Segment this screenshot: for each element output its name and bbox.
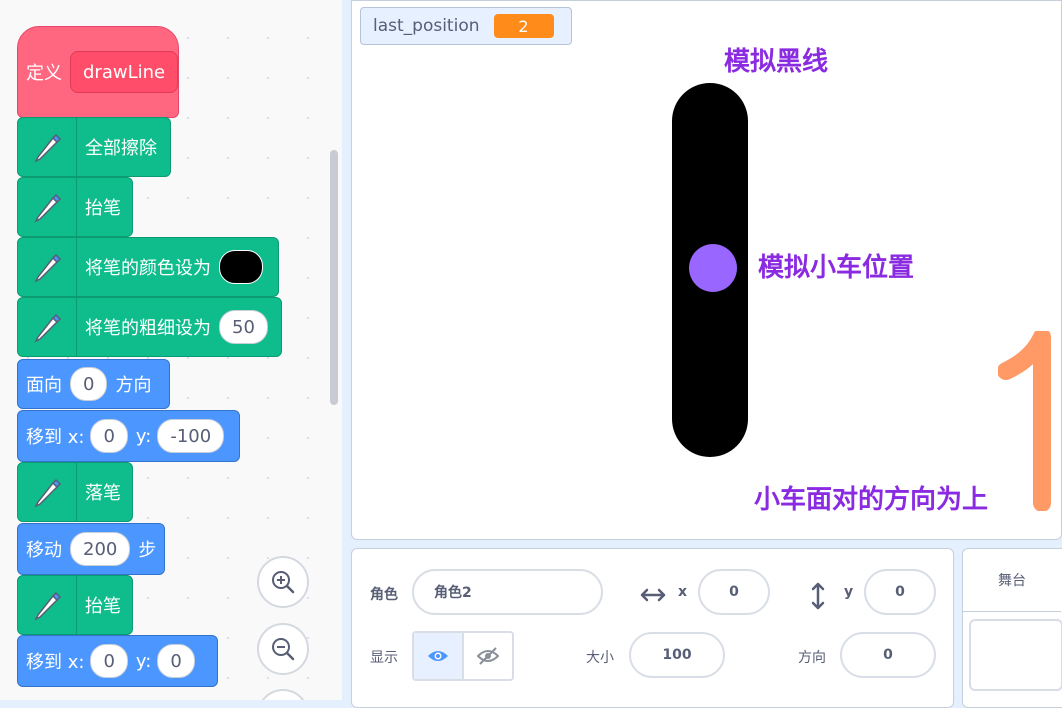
define-procedure-name[interactable]: drawLine [70,51,179,93]
pen-icon [18,576,77,634]
pen-up-label: 抬笔 [85,596,121,617]
zoom-out-icon [272,638,295,661]
stage-selector-panel[interactable]: 舞台 [962,548,1062,708]
pen-icon [18,298,77,356]
define-name-text: drawLine [83,61,166,83]
move-steps-input[interactable]: 200 [70,532,131,566]
show-button[interactable] [414,633,464,679]
pen-down-label: 落笔 [85,483,121,504]
x-label: x [678,584,688,600]
erase-all-label: 全部擦除 [85,138,157,159]
pen-up-block[interactable]: 抬笔 [17,177,133,237]
pen-down-block[interactable]: 落笔 [17,462,133,522]
define-block[interactable]: 定义 drawLine [17,26,179,118]
x-arrows-icon [640,587,666,607]
direction-caption: 小车面对的方向为上 [754,485,989,515]
erase-all-block[interactable]: 全部擦除 [17,117,171,177]
hide-button[interactable] [464,633,512,679]
size-label: 大小 [586,650,614,666]
pen-color-swatch[interactable] [219,250,263,284]
goto-xy-block[interactable]: 移到 x: 0 y: -100 [17,410,240,462]
goto-x-input[interactable]: 0 [90,419,128,453]
monitor-value: 2 [493,14,554,38]
stage-panel-title: 舞台 [963,549,1061,612]
y-arrows-icon [810,582,826,614]
sprite-info-panel: 角色 角色2 x 0 y 0 显示 大小 100 方向 0 [351,548,954,708]
code-area[interactable]: 定义 drawLine 全部擦除 抬笔 将笔的颜色设为 将笔的粗细设为 50 面… [0,0,342,700]
goto-xy-block-2[interactable]: 移到 x: 0 y: 0 [17,635,218,687]
direction-label: 方向 [798,650,826,666]
code-scrollbar[interactable] [330,150,338,405]
eye-slash-icon [477,647,499,665]
pen-icon [18,118,77,176]
goto2-y-label: y: [135,650,152,672]
pen-size-input[interactable]: 50 [219,310,268,344]
car-caption: 模拟小车位置 [758,253,915,283]
monitor-label: last_position [373,16,480,36]
y-input[interactable]: 0 [864,569,936,615]
sprite-name-input[interactable]: 角色2 [412,569,603,615]
size-input[interactable]: 100 [629,632,725,678]
y-label: y [844,584,854,600]
set-pen-size-label: 将笔的粗细设为 [85,318,211,339]
point-direction-label: 面向 [26,375,62,396]
point-direction-block[interactable]: 面向 0 方向 [17,359,170,409]
goto2-y-input[interactable]: 0 [157,644,195,678]
pen-up-label: 抬笔 [85,198,121,219]
move-label: 移动 [26,540,62,561]
goto2-x-input[interactable]: 0 [90,644,128,678]
x-input[interactable]: 0 [698,569,770,615]
panel-divider [342,0,350,700]
zoom-out-button[interactable] [257,623,309,675]
set-pen-color-label: 将笔的颜色设为 [85,258,211,279]
zoom-in-button[interactable] [257,556,309,608]
car-sprite[interactable] [689,244,737,292]
direction-input[interactable]: 0 [70,367,108,401]
zoom-in-icon [272,571,295,594]
eye-icon [428,651,448,661]
pen-icon [18,238,77,296]
set-pen-color-block[interactable]: 将笔的颜色设为 [17,237,279,297]
goto-y-label: y: [135,425,152,447]
stage[interactable]: last_position 2 模拟黑线 模拟小车位置 小车面对的方向为上 [351,0,1062,540]
goto2-label: 移到 x: [26,652,85,673]
define-label: 定义 [26,63,62,84]
set-pen-size-block[interactable]: 将笔的粗细设为 50 [17,297,282,357]
move-suffix: 步 [138,540,157,561]
variable-monitor[interactable]: last_position 2 [360,7,572,45]
sprite-label: 角色 [370,587,398,603]
stage-thumbnail[interactable] [969,619,1062,691]
move-steps-block[interactable]: 移动 200 步 [17,523,165,575]
direction-field[interactable]: 0 [840,632,936,678]
zoom-reset-button[interactable] [257,689,309,700]
point-direction-suffix: 方向 [115,375,152,396]
black-line-caption: 模拟黑线 [724,47,829,77]
pen-up-block-2[interactable]: 抬笔 [17,575,133,635]
show-label: 显示 [370,650,398,666]
goto-y-input[interactable]: -100 [157,419,225,453]
pen-icon [18,178,77,236]
goto-label: 移到 x: [26,427,85,448]
direction-number-one [997,328,1061,515]
pen-icon [18,463,77,521]
visibility-toggle [412,631,514,681]
